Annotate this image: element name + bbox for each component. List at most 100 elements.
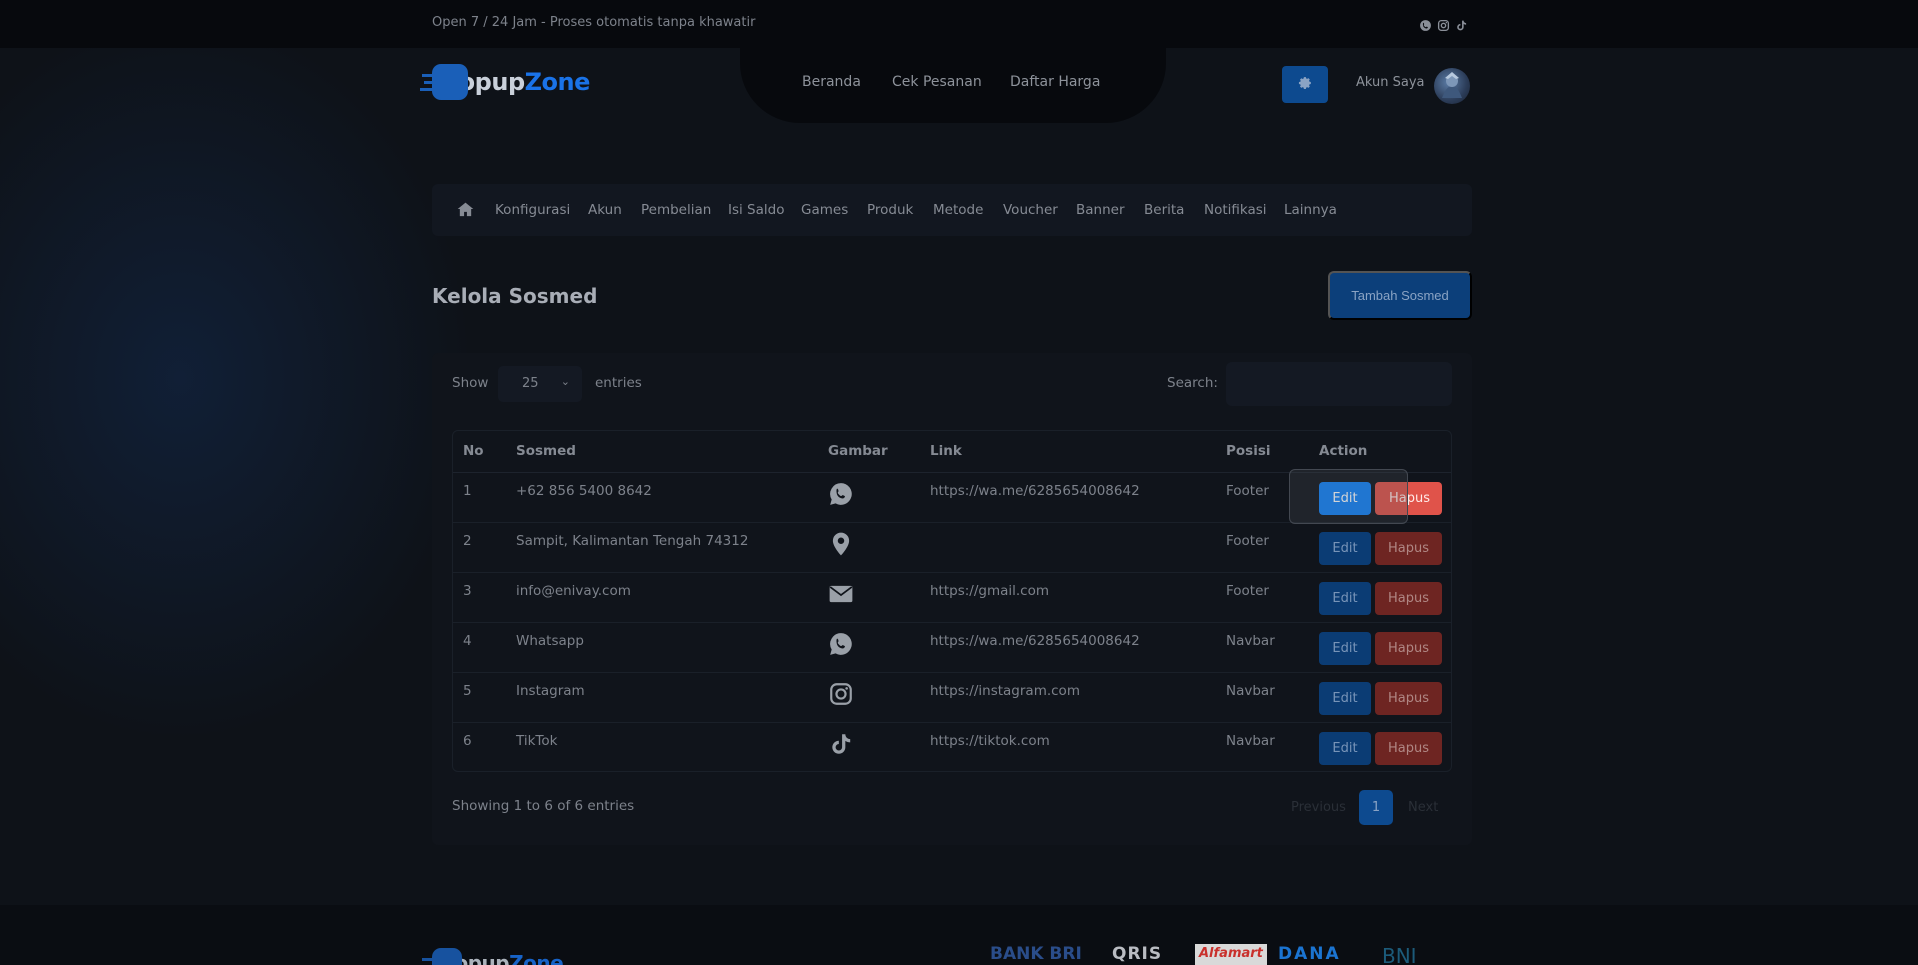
- edit-button[interactable]: Edit: [1319, 532, 1371, 565]
- whatsapp-icon: [828, 631, 854, 657]
- admin-nav-metode[interactable]: Metode: [933, 202, 983, 218]
- entries-length-value: 25: [522, 376, 539, 391]
- edit-button[interactable]: Edit: [1319, 632, 1371, 665]
- delete-button[interactable]: Hapus: [1375, 632, 1442, 665]
- edit-button[interactable]: Edit: [1319, 682, 1371, 715]
- payment-logo-bri: BANK BRI: [990, 944, 1082, 964]
- pagination-page-1[interactable]: 1: [1359, 790, 1393, 825]
- top-bar: Open 7 / 24 Jam - Proses otomatis tanpa …: [0, 0, 1918, 48]
- cell-posisi: Navbar: [1226, 633, 1275, 649]
- footer: [0, 905, 1918, 965]
- table-info: Showing 1 to 6 of 6 entries: [452, 798, 635, 814]
- admin-nav-voucher[interactable]: Voucher: [1003, 202, 1058, 218]
- delete-button[interactable]: Hapus: [1375, 732, 1442, 765]
- avatar[interactable]: [1434, 68, 1470, 104]
- cell-link[interactable]: https://gmail.com: [930, 583, 1049, 599]
- table-row: 4 Whatsapp https://wa.me/6285654008642 N…: [453, 623, 1451, 673]
- tiktok-icon[interactable]: [1455, 17, 1468, 31]
- delete-button[interactable]: Hapus: [1375, 482, 1442, 515]
- envelope-icon: [828, 581, 854, 607]
- admin-nav-konfigurasi[interactable]: Konfigurasi: [495, 202, 570, 218]
- admin-nav-isi-saldo[interactable]: Isi Saldo: [728, 202, 784, 218]
- admin-nav: Konfigurasi Akun Pembelian Isi Saldo Gam…: [432, 184, 1472, 236]
- entries-label: entries: [595, 375, 642, 391]
- footer-logo: TopupZone: [422, 948, 564, 965]
- instagram-icon: [828, 681, 854, 707]
- brand-logo[interactable]: TopupZone: [422, 64, 590, 100]
- show-label: Show: [452, 375, 489, 391]
- pagination-next[interactable]: Next: [1408, 800, 1438, 815]
- admin-nav-games[interactable]: Games: [801, 202, 848, 218]
- table-row: 5 Instagram https://instagram.com Navbar…: [453, 673, 1451, 723]
- whatsapp-icon: [828, 481, 854, 507]
- logo-mark-icon: [422, 948, 462, 965]
- cell-sosmed: info@enivay.com: [516, 583, 631, 599]
- edit-button[interactable]: Edit: [1319, 582, 1371, 615]
- cell-posisi: Footer: [1226, 533, 1269, 549]
- admin-nav-akun[interactable]: Akun: [588, 202, 622, 218]
- tagline: Open 7 / 24 Jam - Proses otomatis tanpa …: [432, 15, 756, 30]
- payment-logo-alfamart: Alfamart: [1195, 944, 1267, 965]
- cell-posisi: Navbar: [1226, 683, 1275, 699]
- cell-sosmed: +62 856 5400 8642: [516, 483, 652, 499]
- payment-logo-bni: BNI: [1382, 944, 1417, 965]
- admin-nav-produk[interactable]: Produk: [867, 202, 913, 218]
- search-label: Search:: [1167, 375, 1218, 391]
- column-header-gambar[interactable]: Gambar: [828, 443, 888, 459]
- cell-link[interactable]: https://wa.me/6285654008642: [930, 633, 1140, 649]
- pagination-previous[interactable]: Previous: [1291, 800, 1346, 815]
- settings-button[interactable]: [1282, 66, 1328, 103]
- admin-nav-notifikasi[interactable]: Notifikasi: [1204, 202, 1267, 218]
- instagram-icon[interactable]: [1437, 17, 1450, 32]
- home-icon[interactable]: [457, 201, 474, 217]
- cell-link[interactable]: https://instagram.com: [930, 683, 1080, 699]
- cell-posisi: Footer: [1226, 483, 1269, 499]
- nav-link-beranda[interactable]: Beranda: [802, 74, 861, 90]
- page-title: Kelola Sosmed: [432, 284, 598, 308]
- admin-nav-banner[interactable]: Banner: [1076, 202, 1125, 218]
- cell-no: 4: [463, 633, 472, 649]
- account-link[interactable]: Akun Saya: [1356, 75, 1425, 90]
- cell-no: 3: [463, 583, 472, 599]
- cell-sosmed: Sampit, Kalimantan Tengah 74312: [516, 533, 749, 549]
- admin-nav-pembelian[interactable]: Pembelian: [641, 202, 711, 218]
- cell-no: 5: [463, 683, 472, 699]
- nav-link-cek-pesanan[interactable]: Cek Pesanan: [892, 74, 982, 90]
- entries-length-select[interactable]: 25 ⌄: [498, 366, 582, 402]
- table-row: 6 TikTok https://tiktok.com Navbar Edit …: [453, 723, 1451, 771]
- add-sosmed-button[interactable]: Tambah Sosmed: [1328, 271, 1472, 320]
- cell-no: 1: [463, 483, 472, 499]
- column-header-action[interactable]: Action: [1319, 443, 1367, 459]
- chevron-down-icon: ⌄: [560, 375, 570, 388]
- delete-button[interactable]: Hapus: [1375, 582, 1442, 615]
- edit-button[interactable]: Edit: [1319, 482, 1371, 515]
- admin-nav-lainnya[interactable]: Lainnya: [1284, 202, 1337, 218]
- cell-posisi: Navbar: [1226, 733, 1275, 749]
- cell-posisi: Footer: [1226, 583, 1269, 599]
- cell-sosmed: Whatsapp: [516, 633, 584, 649]
- admin-nav-berita[interactable]: Berita: [1144, 202, 1184, 218]
- location-pin-icon: [828, 531, 854, 557]
- column-header-no[interactable]: No: [463, 443, 484, 459]
- cell-link[interactable]: https://tiktok.com: [930, 733, 1050, 749]
- column-header-posisi[interactable]: Posisi: [1226, 443, 1271, 459]
- table-row: 2 Sampit, Kalimantan Tengah 74312 Footer…: [453, 523, 1451, 573]
- nav-link-daftar-harga[interactable]: Daftar Harga: [1010, 74, 1100, 90]
- delete-button[interactable]: Hapus: [1375, 532, 1442, 565]
- column-header-link[interactable]: Link: [930, 443, 962, 459]
- whatsapp-icon[interactable]: [1419, 17, 1432, 31]
- cell-link[interactable]: https://wa.me/6285654008642: [930, 483, 1140, 499]
- column-header-sosmed[interactable]: Sosmed: [516, 443, 576, 459]
- delete-button[interactable]: Hapus: [1375, 682, 1442, 715]
- cell-no: 2: [463, 533, 472, 549]
- logo-mark-icon: [422, 64, 468, 100]
- cell-sosmed: Instagram: [516, 683, 585, 699]
- search-input[interactable]: [1226, 362, 1452, 406]
- edit-button[interactable]: Edit: [1319, 732, 1371, 765]
- table-row: 1 +62 856 5400 8642 https://wa.me/628565…: [453, 473, 1451, 523]
- cell-no: 6: [463, 733, 472, 749]
- payment-logo-qris: QRIS: [1112, 944, 1163, 964]
- tiktok-icon: [828, 731, 854, 757]
- table-header: No Sosmed Gambar Link Posisi Action: [453, 431, 1451, 473]
- payment-logo-dana: DANA: [1278, 944, 1341, 964]
